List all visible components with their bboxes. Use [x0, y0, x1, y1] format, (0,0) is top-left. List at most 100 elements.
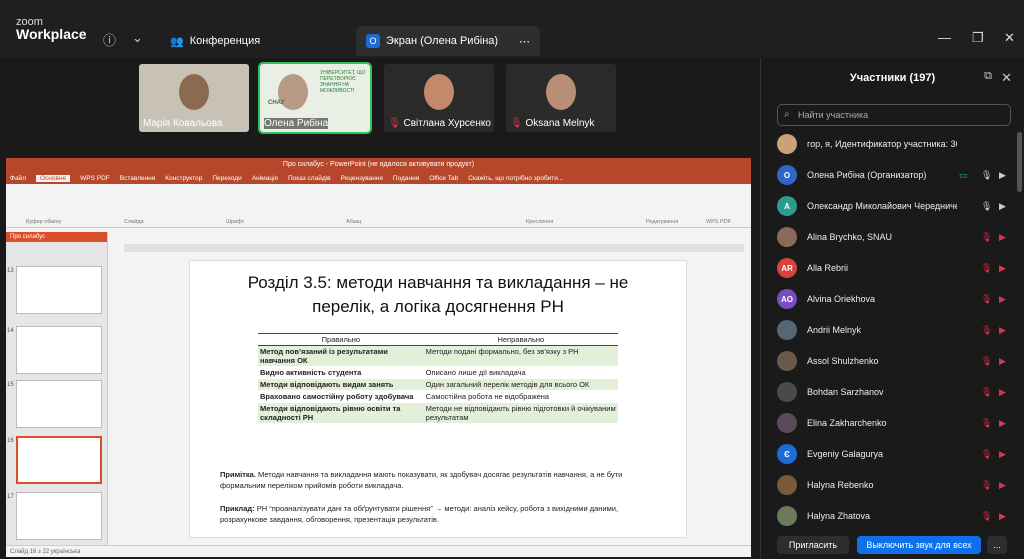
mic-off-icon[interactable]: 🎙 — [981, 232, 992, 243]
university-brand: СНАУ — [268, 100, 285, 106]
mic-icon[interactable]: 🎙 — [981, 201, 992, 212]
participant-row[interactable]: Andrii Melnyk 🎙 ▶ — [777, 318, 1011, 342]
video-strip: Марія Ковальова УНІВЕРСИТЕТ, ЩО ПЕРЕТВОР… — [0, 58, 760, 158]
close-icon[interactable]: ✕ — [1001, 70, 1012, 86]
tab-screen[interactable]: O Экран (Олена Рибіна) ⋯ — [356, 26, 540, 56]
participant-row[interactable]: Elina Zakharchenko 🎙 ▶ — [777, 411, 1011, 435]
participant-row[interactable]: О Олена Рибіна (Организатор) ▭ 🎙 ▶ — [777, 163, 1011, 187]
menu-insert[interactable]: Вставлення — [120, 175, 156, 182]
mic-icon[interactable]: 🎙 — [981, 170, 992, 181]
more-button[interactable]: ... — [987, 536, 1007, 554]
slide-canvas[interactable]: Розділ 3.5: методи навчання та викладанн… — [189, 260, 687, 538]
video-tile[interactable]: Марія Ковальова — [139, 64, 249, 132]
menu-review[interactable]: Рецензування — [341, 175, 383, 182]
video-name: 🎙 Oksana Melnyk — [510, 118, 594, 129]
menu-transitions[interactable]: Переходи — [212, 175, 241, 182]
slide-thumbnail[interactable] — [16, 380, 102, 428]
popout-icon[interactable]: ⧉ — [984, 70, 992, 83]
screen-share-icon: ▭ — [959, 169, 968, 180]
menu-view[interactable]: Подання — [393, 175, 419, 182]
mute-all-button[interactable]: Выключить звук для всех — [857, 536, 981, 554]
participant-row[interactable]: Halyna Zhatova 🎙 ▶ — [777, 504, 1011, 528]
video-icon[interactable]: ▶ — [999, 201, 1006, 212]
cell-wrong: Методи подані формально, без зв’язку з Р… — [423, 345, 618, 367]
shared-powerpoint: Про силабус - PowerPoint (не вдалося акт… — [6, 158, 751, 557]
mic-off-icon[interactable]: 🎙 — [981, 418, 992, 429]
mic-off-icon[interactable]: 🎙 — [981, 449, 992, 460]
video-tile[interactable]: 🎙 Oksana Melnyk — [506, 64, 616, 132]
ppt-menu: Файл Основне WPS PDF Вставлення Конструк… — [6, 172, 751, 184]
participant-row[interactable]: Є Evgeniy Galagurya 🎙 ▶ — [777, 442, 1011, 466]
minimize-icon[interactable]: — — [938, 30, 951, 45]
participant-name: Andrii Melnyk — [807, 325, 862, 335]
menu-slideshow[interactable]: Показ слайдів — [288, 175, 331, 182]
participant-row[interactable]: гор, я, Идентификатор участника: 366554) — [777, 132, 1011, 156]
mic-off-icon[interactable]: 🎙 — [981, 511, 992, 522]
col-header-wrong: Неправильно — [423, 333, 618, 346]
video-icon[interactable]: ▶ — [999, 170, 1006, 181]
cell-right: Метод пов’язаний із результатами навчанн… — [258, 345, 424, 367]
video-off-icon[interactable]: ▶ — [999, 356, 1006, 367]
note-label: Примітка. — [220, 470, 256, 479]
participant-row[interactable]: А Олександр Миколайович Чередничен... 🎙 ▶ — [777, 194, 1011, 218]
video-off-icon[interactable]: ▶ — [999, 263, 1006, 274]
menu-design[interactable]: Конструктор — [165, 175, 202, 182]
slide-thumbnail[interactable] — [16, 266, 102, 314]
video-off-icon[interactable]: ▶ — [999, 387, 1006, 398]
info-icon[interactable]: ⓘ — [103, 30, 116, 49]
participants-panel: Участники (197) ⧉ ✕ ⌕ Найти участника го… — [760, 58, 1024, 559]
participant-row[interactable]: AR Alla Rebrii 🎙 ▶ — [777, 256, 1011, 280]
mic-off-icon[interactable]: 🎙 — [981, 387, 992, 398]
participant-row[interactable]: Bohdan Sarzhanov 🎙 ▶ — [777, 380, 1011, 404]
slide-thumbnail[interactable] — [16, 492, 102, 540]
scrollbar[interactable] — [1017, 132, 1022, 192]
mic-off-icon[interactable]: 🎙 — [981, 480, 992, 491]
menu-office-tab[interactable]: Office Tab — [429, 175, 458, 182]
mic-off-icon[interactable]: 🎙 — [981, 325, 992, 336]
group-slides: Слайди — [124, 219, 144, 225]
close-icon[interactable]: ✕ — [1004, 30, 1015, 46]
slide-thumbnail[interactable] — [16, 326, 102, 374]
participant-search-input[interactable]: ⌕ Найти участника — [777, 104, 1011, 126]
video-off-icon[interactable]: ▶ — [999, 511, 1006, 522]
participant-name: Alvina Oriekhova — [807, 294, 876, 304]
video-off-icon[interactable]: ▶ — [999, 232, 1006, 243]
participant-row[interactable]: Alina Brychko, SNAU 🎙 ▶ — [777, 225, 1011, 249]
video-off-icon[interactable]: ▶ — [999, 449, 1006, 460]
panel-footer: Пригласить Выключить звук для всех ... — [761, 532, 1024, 556]
video-off-icon[interactable]: ▶ — [999, 325, 1006, 336]
chevron-down-icon[interactable]: ⌄ — [132, 30, 143, 46]
menu-wps-pdf[interactable]: WPS PDF — [80, 175, 110, 182]
mic-off-icon[interactable]: 🎙 — [981, 294, 992, 305]
participant-row[interactable]: Halyna Rebenko 🎙 ▶ — [777, 473, 1011, 497]
restore-icon[interactable]: ❐ — [972, 30, 984, 46]
video-off-icon[interactable]: ▶ — [999, 418, 1006, 429]
more-icon[interactable]: ⋯ — [519, 35, 530, 48]
mic-off-icon[interactable]: 🎙 — [981, 263, 992, 274]
avatar: AR — [777, 258, 797, 278]
invite-button[interactable]: Пригласить — [777, 536, 849, 554]
slide-number: 17 — [7, 494, 14, 500]
mic-off-icon[interactable]: 🎙 — [981, 356, 992, 367]
participant-name: Halyna Rebenko — [807, 480, 874, 490]
participant-face — [546, 74, 576, 110]
slide-thumbnail-selected[interactable] — [16, 436, 102, 484]
avatar: AO — [777, 289, 797, 309]
group-editing: Редагування — [646, 219, 679, 225]
menu-animation[interactable]: Анімація — [252, 175, 278, 182]
participant-row[interactable]: AO Alvina Oriekhova 🎙 ▶ — [777, 287, 1011, 311]
video-off-icon[interactable]: ▶ — [999, 480, 1006, 491]
video-off-icon[interactable]: ▶ — [999, 294, 1006, 305]
video-tile-active[interactable]: УНІВЕРСИТЕТ, ЩО ПЕРЕТВОРЮЄ ЗНАННЯ НА МОЖ… — [258, 62, 372, 134]
video-name: Марія Ковальова — [143, 118, 223, 129]
menu-tell-me[interactable]: Скажіть, що потрібно зробити... — [468, 175, 563, 182]
tab-screen-label: Экран (Олена Рибіна) — [386, 35, 499, 47]
avatar: О — [777, 165, 797, 185]
video-tile[interactable]: 🎙 Світлана Хурсенко — [384, 64, 494, 132]
menu-home[interactable]: Основне — [35, 174, 71, 182]
menu-file[interactable]: Файл — [10, 175, 26, 182]
search-icon: ⌕ — [784, 109, 790, 120]
tab-meeting[interactable]: 👥 Конференция — [160, 26, 270, 56]
participant-row[interactable]: Assol Shulzhenko 🎙 ▶ — [777, 349, 1011, 373]
avatar: Є — [777, 444, 797, 464]
